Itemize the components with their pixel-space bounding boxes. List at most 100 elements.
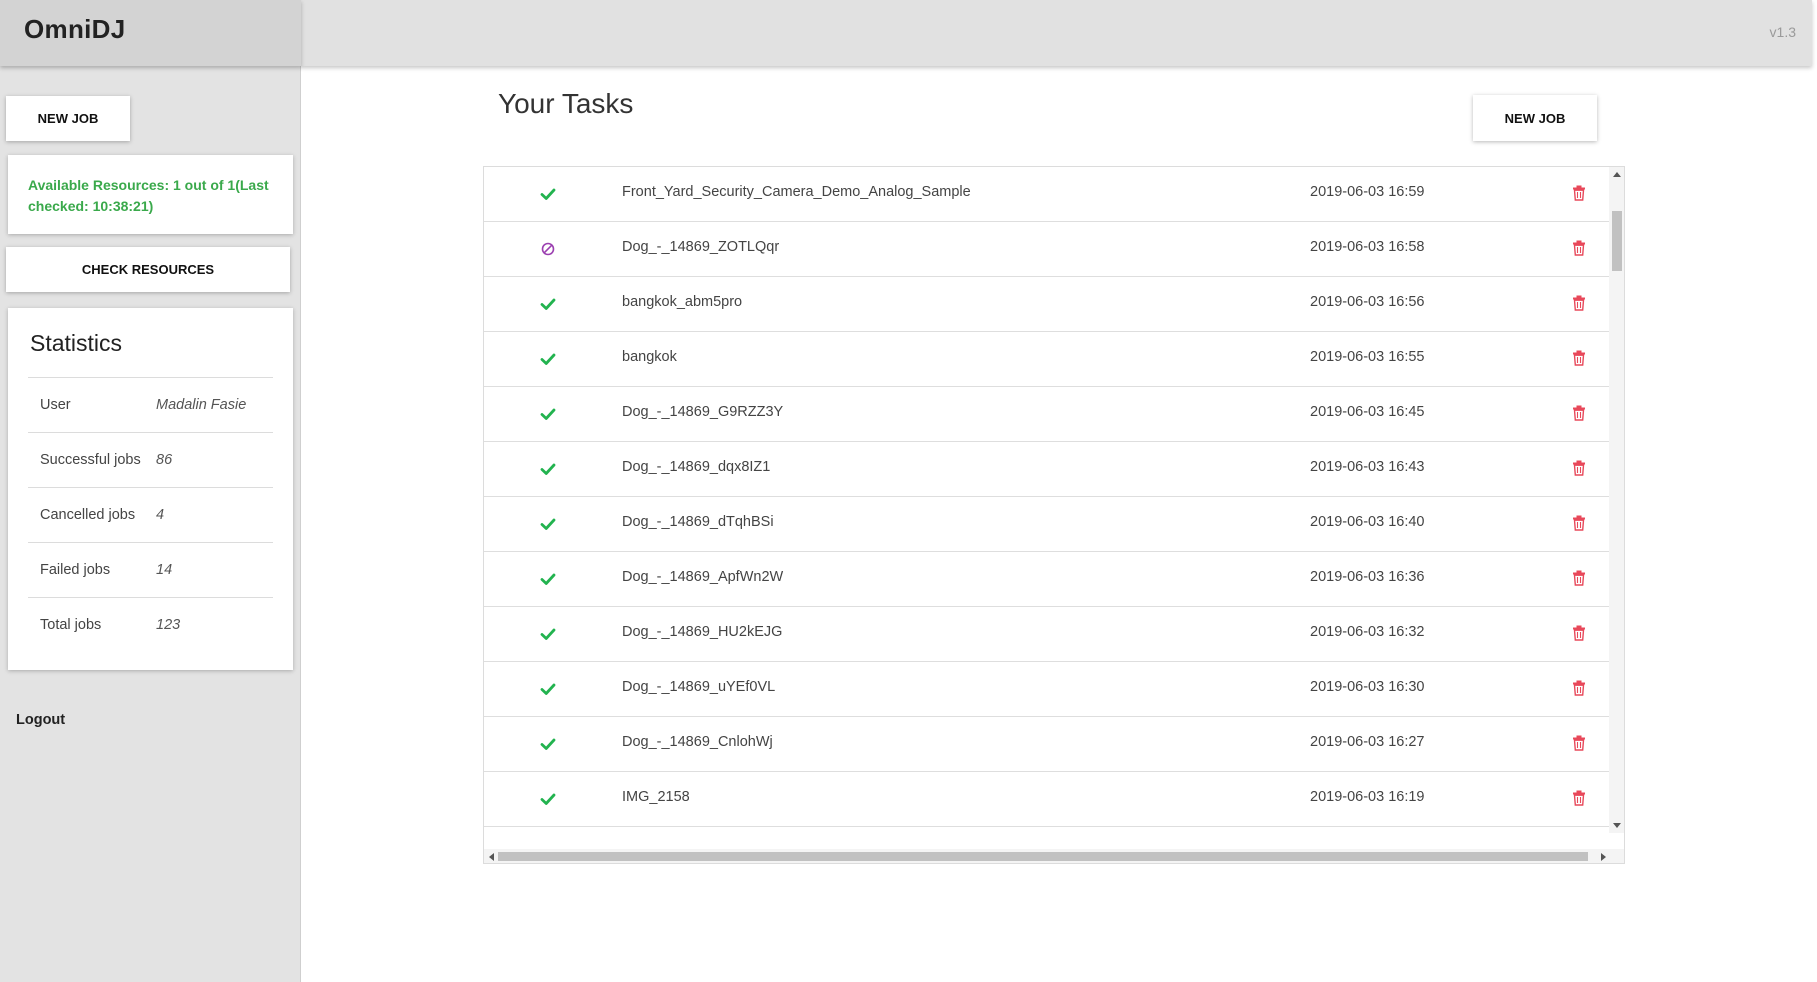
- scroll-up-icon[interactable]: [1613, 172, 1621, 177]
- horizontal-scrollbar[interactable]: [484, 849, 1624, 863]
- vertical-scrollbar[interactable]: [1609, 167, 1624, 833]
- stat-value: 86: [156, 452, 173, 468]
- check-icon: [538, 569, 558, 589]
- check-icon: [538, 679, 558, 699]
- task-name[interactable]: Dog_-_14869_ApfWn2W: [622, 569, 783, 585]
- task-name[interactable]: Dog_-_14869_ZOTLQqr: [622, 239, 779, 255]
- task-date: 2019-06-03 16:19: [1310, 789, 1425, 805]
- stat-label: Successful jobs: [40, 452, 141, 468]
- tasks-panel: Front_Yard_Security_Camera_Demo_Analog_S…: [483, 166, 1625, 864]
- task-date: 2019-06-03 16:27: [1310, 734, 1425, 750]
- task-date: 2019-06-03 16:59: [1310, 184, 1425, 200]
- trash-icon[interactable]: [1572, 295, 1586, 311]
- vertical-scroll-thumb[interactable]: [1612, 211, 1622, 271]
- trash-icon[interactable]: [1572, 350, 1586, 366]
- task-name[interactable]: Dog_-_14869_uYEf0VL: [622, 679, 775, 695]
- task-name[interactable]: bangkok_abm5pro: [622, 294, 742, 310]
- sidebar-new-job-button[interactable]: NEW JOB: [6, 96, 130, 141]
- task-date: 2019-06-03 16:30: [1310, 679, 1425, 695]
- trash-icon[interactable]: [1572, 625, 1586, 641]
- sidebar: OmniDJ NEW JOB Available Resources: 1 ou…: [0, 0, 301, 982]
- trash-icon[interactable]: [1572, 185, 1586, 201]
- stat-row: User Madalin Fasie: [28, 377, 273, 432]
- cancel-icon: [538, 239, 558, 259]
- brand-header: OmniDJ: [0, 0, 301, 66]
- app-title: OmniDJ: [24, 14, 126, 44]
- task-name[interactable]: Dog_-_14869_dqx8IZ1: [622, 459, 770, 475]
- check-resources-button[interactable]: CHECK RESOURCES: [6, 247, 290, 292]
- trash-icon[interactable]: [1572, 790, 1586, 806]
- task-date: 2019-06-03 16:36: [1310, 569, 1425, 585]
- trash-icon[interactable]: [1572, 515, 1586, 531]
- task-row[interactable]: Dog_-_14869_ApfWn2W 2019-06-03 16:36: [484, 552, 1610, 607]
- task-date: 2019-06-03 16:56: [1310, 294, 1425, 310]
- scroll-down-icon[interactable]: [1613, 823, 1621, 828]
- trash-icon[interactable]: [1572, 460, 1586, 476]
- check-icon: [538, 184, 558, 204]
- version-label: v1.3: [1769, 24, 1796, 40]
- task-name[interactable]: bangkok: [622, 349, 677, 365]
- stat-row: Successful jobs 86: [28, 432, 273, 487]
- stat-row: Failed jobs 14: [28, 542, 273, 597]
- stat-label: User: [40, 397, 71, 413]
- scroll-left-icon[interactable]: [489, 853, 494, 861]
- task-name[interactable]: Dog_-_14869_G9RZZ3Y: [622, 404, 783, 420]
- task-name[interactable]: Dog_-_14869_CnlohWj: [622, 734, 773, 750]
- task-date: 2019-06-03 16:58: [1310, 239, 1425, 255]
- task-row[interactable]: Dog_-_14869_uYEf0VL 2019-06-03 16:30: [484, 662, 1610, 717]
- stat-label: Failed jobs: [40, 562, 111, 578]
- task-date: 2019-06-03 16:43: [1310, 459, 1425, 475]
- resources-status-text: Available Resources: 1 out of 1(Last che…: [28, 177, 269, 214]
- task-row[interactable]: bangkok 2019-06-03 16:55: [484, 332, 1610, 387]
- horizontal-scroll-thumb[interactable]: [498, 852, 1588, 861]
- task-row[interactable]: Dog_-_14869_HU2kEJG 2019-06-03 16:32: [484, 607, 1610, 662]
- resources-card: Available Resources: 1 out of 1(Last che…: [8, 155, 293, 234]
- task-row[interactable]: Dog_-_14869_CnlohWj 2019-06-03 16:27: [484, 717, 1610, 772]
- check-icon: [538, 624, 558, 644]
- trash-icon[interactable]: [1572, 570, 1586, 586]
- task-row[interactable]: Dog_-_14869_dqx8IZ1 2019-06-03 16:43: [484, 442, 1610, 497]
- stat-label: Cancelled jobs: [40, 507, 136, 523]
- stat-label: Total jobs: [40, 617, 102, 633]
- stat-value: 14: [156, 562, 173, 578]
- task-name[interactable]: Dog_-_14869_HU2kEJG: [622, 624, 782, 640]
- statistics-table: User Madalin Fasie Successful jobs 86 Cancel…: [28, 377, 273, 652]
- task-date: 2019-06-03 16:45: [1310, 404, 1425, 420]
- task-name[interactable]: Front_Yard_Security_Camera_Demo_Analog_S…: [622, 184, 971, 200]
- task-name[interactable]: Dog_-_14869_dTqhBSi: [622, 514, 774, 530]
- check-icon: [538, 294, 558, 314]
- stat-value: 4: [156, 507, 165, 523]
- task-row[interactable]: IMG_2158 2019-06-03 16:19: [484, 772, 1610, 827]
- task-row[interactable]: Front_Yard_Security_Camera_Demo_Analog_S…: [484, 167, 1610, 222]
- task-row[interactable]: Dog_-_14869_dTqhBSi 2019-06-03 16:40: [484, 497, 1610, 552]
- logout-link[interactable]: Logout: [16, 712, 65, 728]
- trash-icon[interactable]: [1572, 680, 1586, 696]
- page-title: Your Tasks: [498, 88, 634, 119]
- stat-row: Total jobs 123: [28, 597, 273, 652]
- stat-value: Madalin Fasie: [156, 397, 247, 413]
- task-date: 2019-06-03 16:55: [1310, 349, 1425, 365]
- scroll-right-icon[interactable]: [1601, 853, 1606, 861]
- main-new-job-button[interactable]: NEW JOB: [1473, 95, 1597, 141]
- top-bar: v1.3: [301, 0, 1812, 66]
- check-icon: [538, 789, 558, 809]
- task-row[interactable]: Dog_-_14869_G9RZZ3Y 2019-06-03 16:45: [484, 387, 1610, 442]
- check-icon: [538, 514, 558, 534]
- stat-row: Cancelled jobs 4: [28, 487, 273, 542]
- check-icon: [538, 404, 558, 424]
- trash-icon[interactable]: [1572, 240, 1586, 256]
- tasks-list: Front_Yard_Security_Camera_Demo_Analog_S…: [484, 167, 1610, 833]
- check-icon: [538, 459, 558, 479]
- task-date: 2019-06-03 16:32: [1310, 624, 1425, 640]
- stat-value: 123: [156, 617, 181, 633]
- task-date: 2019-06-03 16:40: [1310, 514, 1425, 530]
- check-icon: [538, 734, 558, 754]
- task-row[interactable]: Dog_-_14869_ZOTLQqr 2019-06-03 16:58: [484, 222, 1610, 277]
- task-name[interactable]: IMG_2158: [622, 789, 690, 805]
- trash-icon[interactable]: [1572, 405, 1586, 421]
- statistics-card: Statistics User Madalin Fasie Successful j…: [8, 308, 293, 670]
- task-row[interactable]: bangkok_abm5pro 2019-06-03 16:56: [484, 277, 1610, 332]
- statistics-title: Statistics: [30, 330, 123, 356]
- trash-icon[interactable]: [1572, 735, 1586, 751]
- check-icon: [538, 349, 558, 369]
